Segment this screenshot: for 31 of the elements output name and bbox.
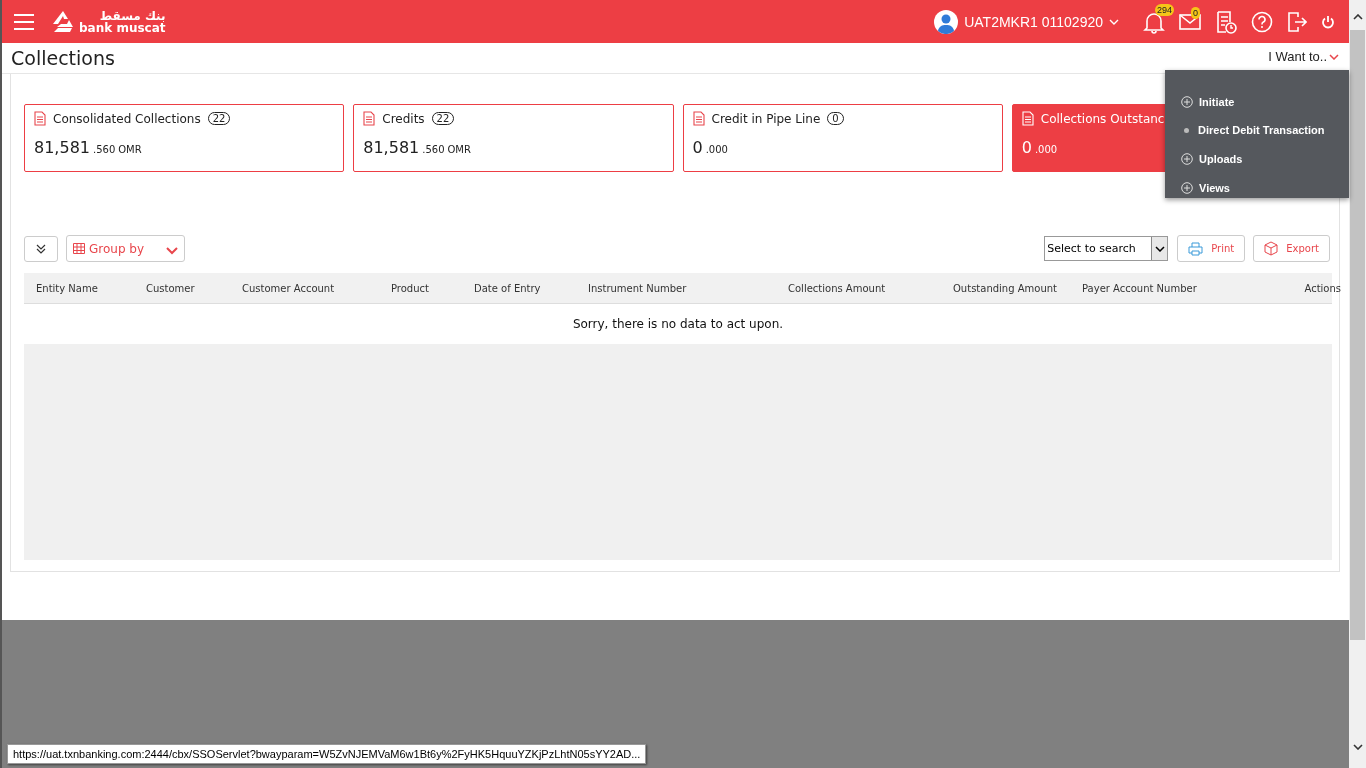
card-title: Credit in Pipe Line	[711, 111, 821, 126]
page-title: Collections	[11, 47, 115, 69]
card-decimals: .000	[705, 144, 728, 155]
column-header: Actions	[1303, 282, 1341, 294]
card-amount: 0	[692, 138, 703, 157]
card-title: Collections Outstanc	[1040, 111, 1165, 126]
card-decimals: .000	[1034, 144, 1058, 155]
card-currency: OMR	[118, 144, 142, 155]
card-amount: 81,581	[363, 138, 420, 157]
logo-arabic-text: بنك مسقط	[99, 9, 166, 22]
notification-count: 294	[1155, 3, 1175, 16]
empty-message: Sorry, there is no data to act upon.	[571, 316, 785, 333]
card-amount: 0	[1021, 138, 1032, 157]
card-decimals: .560	[422, 144, 445, 155]
column-header: Instrument Number	[588, 282, 688, 294]
column-header: Customer	[146, 282, 196, 294]
card-title: Credits	[382, 111, 425, 126]
status-url: https://uat.txnbanking.com:2444/cbx/SSOServlet?bwayparam=W5ZvNJEMVaM6w1Bt6y%2FyHK5HquuYZKjPzLhtN05sYY2AD...	[7, 744, 647, 764]
card-amount: 81,581	[34, 138, 90, 157]
message-count: 0	[1191, 6, 1200, 19]
column-header: Customer Account	[242, 282, 336, 294]
column-header: Date of Entry	[474, 282, 542, 294]
column-header: Collections Amount	[788, 282, 887, 294]
card-title: Consolidated Collections	[53, 111, 201, 126]
column-header: Outstanding Amount	[953, 282, 1058, 294]
logo-text: bank muscat	[79, 21, 166, 34]
column-header: Entity Name	[36, 282, 99, 294]
column-header: Payer Account Number	[1082, 282, 1198, 294]
column-header: Product	[391, 282, 430, 294]
card-decimals: .560	[93, 144, 116, 155]
card-currency: OMR	[447, 144, 471, 155]
